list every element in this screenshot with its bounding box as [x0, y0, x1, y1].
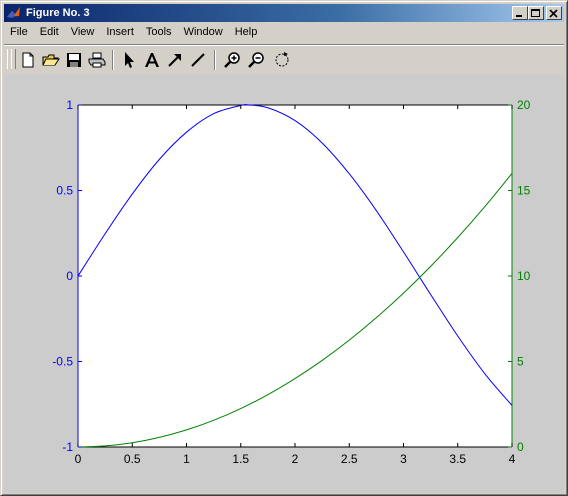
plot-area[interactable]: 0 0.5 1 1.5 2 2.5 3 3.5 4-1-0.500.5105101520: [4, 74, 564, 493]
x-tick-label: 2.5: [341, 452, 358, 466]
print-icon: [88, 52, 106, 68]
zoom-in-button[interactable]: [223, 50, 243, 70]
insert-arrow-button[interactable]: [165, 50, 185, 70]
zoom-out-button[interactable]: [247, 50, 267, 70]
y-right-tick-label: 15: [517, 184, 531, 198]
close-button[interactable]: [546, 6, 562, 20]
menu-tools[interactable]: Tools: [140, 24, 178, 41]
toolbar-separator: [112, 50, 114, 70]
matlab-logo-icon: [7, 7, 20, 18]
maximize-icon: [531, 9, 540, 17]
minimize-button[interactable]: [512, 6, 528, 20]
x-tick-label: 4: [509, 452, 516, 466]
toolbar-grip-2[interactable]: [11, 49, 16, 69]
print-figure-button[interactable]: [87, 50, 107, 70]
rotate-3d-icon: [275, 52, 289, 67]
menu-bar: File Edit View Insert Tools Window Help: [4, 23, 564, 42]
x-tick-label: 2: [292, 452, 299, 466]
y-right-tick-label: 10: [517, 269, 531, 283]
figure-window: Figure No. 3 File Edit View Insert Tools…: [0, 0, 568, 496]
open-folder-icon: [42, 54, 60, 66]
insert-arrow-icon: [168, 54, 181, 67]
minimize-icon: [516, 15, 522, 17]
window-controls: [512, 6, 562, 20]
toolbar-separator: [214, 50, 216, 70]
insert-text-icon: [145, 53, 159, 67]
insert-line-icon: [191, 53, 205, 67]
open-file-button[interactable]: [41, 50, 61, 70]
save-figure-button[interactable]: [64, 50, 84, 70]
y-right-tick-label: 0: [517, 440, 524, 454]
y-left-tick-label: 0: [66, 269, 73, 283]
x-tick-label: 0: [75, 452, 82, 466]
new-document-icon: [22, 52, 34, 68]
title-bar[interactable]: Figure No. 3: [4, 4, 564, 22]
y-left-tick-label: 1: [66, 98, 73, 112]
edit-plot-button[interactable]: [119, 50, 139, 70]
x-tick-label: 0.5: [124, 452, 141, 466]
rotate-3d-button[interactable]: [272, 50, 292, 70]
y-right-tick-label: 20: [517, 98, 531, 112]
menu-help[interactable]: Help: [229, 24, 264, 41]
select-arrow-icon: [125, 52, 134, 68]
save-icon: [67, 53, 81, 67]
figure-canvas[interactable]: 0 0.5 1 1.5 2 2.5 3 3.5 4 -1 -0.5 0 0.5 1 0 5 10 15 20: [4, 74, 564, 493]
x-tick-label: 1.5: [232, 452, 249, 466]
insert-line-button[interactable]: [188, 50, 208, 70]
window-title: Figure No. 3: [26, 7, 90, 19]
y-left-tick-label: -1: [62, 440, 73, 454]
menu-window[interactable]: Window: [178, 24, 229, 41]
x-tick-label: 3: [400, 452, 407, 466]
figure-toolbar: [4, 44, 564, 73]
close-icon: [549, 9, 558, 18]
insert-text-button[interactable]: [142, 50, 162, 70]
zoom-in-icon: [224, 52, 240, 68]
menu-insert[interactable]: Insert: [100, 24, 140, 41]
maximize-button[interactable]: [528, 6, 544, 20]
x-tick-label: 1: [183, 452, 190, 466]
menu-view[interactable]: View: [65, 24, 101, 41]
menu-file[interactable]: File: [4, 24, 34, 41]
y-right-tick-label: 5: [517, 355, 524, 369]
y-left-tick-label: -0.5: [52, 355, 73, 369]
axes-background[interactable]: [78, 105, 512, 447]
x-tick-label: 3.5: [449, 452, 466, 466]
menu-edit[interactable]: Edit: [34, 24, 65, 41]
new-figure-button[interactable]: [18, 50, 38, 70]
zoom-out-icon: [248, 52, 264, 68]
y-left-tick-label: 0.5: [56, 184, 73, 198]
